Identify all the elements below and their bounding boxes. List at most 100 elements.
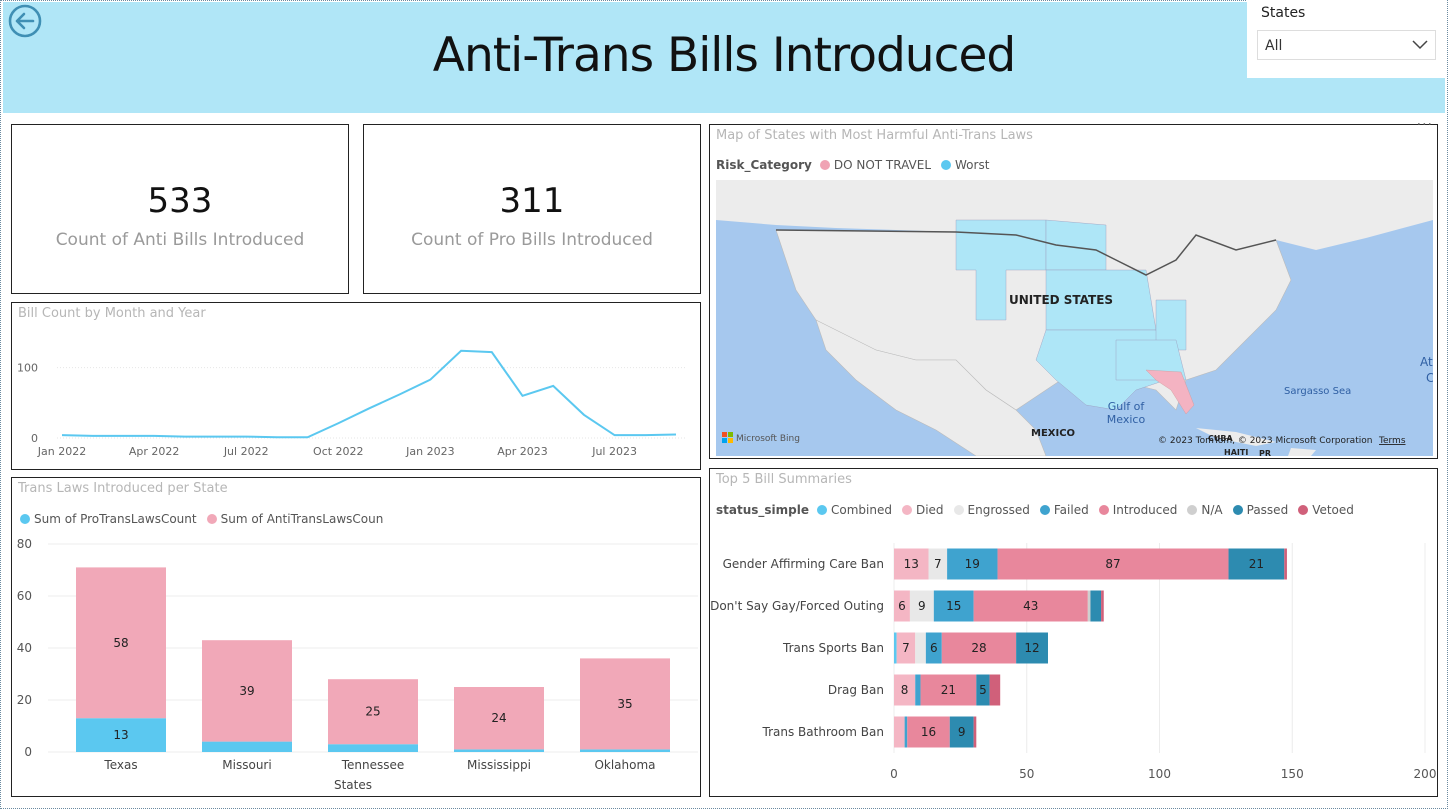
map-terms-link[interactable]: Terms [1378, 436, 1406, 446]
hbar-data-label: 16 [921, 725, 936, 739]
hbar-segment[interactable] [894, 716, 905, 748]
map-label-country: UNITED STATES [1009, 293, 1113, 307]
chevron-down-icon [1412, 40, 1428, 50]
kpi-anti-label: Count of Anti Bills Introduced [55, 230, 305, 250]
map-label-at: At [1420, 355, 1433, 369]
kpi-anti-value: 533 [147, 181, 213, 221]
line-x-tick: Jul 2023 [591, 445, 637, 458]
hbar-data-label: 8 [901, 683, 909, 697]
states-slicer: States All [1247, 0, 1446, 78]
bar-data-label: 58 [113, 636, 128, 650]
hbar-y-tick: Drag Ban [828, 683, 884, 697]
bar-x-tick: Tennessee [341, 758, 405, 772]
hbar-data-label: 28 [971, 641, 986, 655]
bar-data-label: 39 [239, 684, 254, 698]
line-chart-card[interactable]: Bill Count by Month and Year 0 100 Jan 202… [11, 302, 701, 470]
slicer-selected-value: All [1265, 38, 1283, 54]
hbar-segment[interactable] [1284, 548, 1287, 580]
kpi-card-pro[interactable]: 311 Count of Pro Bills Introduced [363, 124, 701, 294]
hbar-data-label: 7 [902, 641, 910, 655]
map-legend-label-worst: Worst [955, 158, 990, 172]
bar-x-axis-title: States [334, 778, 372, 792]
bar-y-tick: 80 [17, 537, 32, 551]
map-visual[interactable]: UNITED STATES Gulf of Mexico MEXICO Sarg… [716, 180, 1433, 456]
map-legend-label-donot: DO NOT TRAVEL [833, 158, 932, 172]
hbar-segment[interactable] [1101, 590, 1104, 622]
hbar-y-tick: Gender Affirming Care Ban [723, 557, 884, 571]
state-bar-chart-card[interactable]: Trans Laws Introduced per State Sum of P… [11, 477, 701, 797]
bar-x-tick: Texas [103, 758, 137, 772]
line-x-tick: Jan 2022 [37, 445, 86, 458]
line-series[interactable] [61, 349, 677, 439]
hbar-x-tick: 150 [1281, 767, 1304, 781]
summary-bar-chart: 0 50 100 150 200 Gender Affirming Care Ban 13 7… [710, 543, 1437, 781]
bar-segment[interactable] [328, 744, 418, 752]
hbar-data-label: 9 [918, 599, 926, 613]
bar-y-tick: 60 [17, 589, 32, 603]
states-dropdown[interactable]: All [1257, 30, 1436, 60]
hbar-data-label: 21 [1249, 557, 1264, 571]
hbar-data-label: 15 [946, 599, 961, 613]
hbar-x-tick: 50 [1019, 767, 1034, 781]
hbar-data-label: 21 [941, 683, 956, 697]
legend-dot-worst [941, 160, 952, 170]
bar-y-tick: 0 [24, 745, 32, 759]
bar-segment[interactable] [202, 741, 292, 752]
bar-y-tick: 40 [17, 641, 32, 655]
hbar-data-label: 43 [1023, 599, 1038, 613]
line-y-tick: 0 [31, 432, 38, 445]
line-y-tick: 100 [17, 362, 38, 375]
line-x-tick: Oct 2022 [313, 445, 364, 458]
hbar-segment[interactable] [894, 632, 897, 664]
hbar-x-tick: 200 [1414, 767, 1437, 781]
hbar-segment[interactable] [915, 674, 921, 706]
bar-segment[interactable] [580, 749, 670, 752]
bar-data-label: 35 [617, 697, 632, 711]
bar-x-tick: Missouri [222, 758, 271, 772]
hbar-data-label: 9 [958, 725, 966, 739]
hbar-segment[interactable] [989, 674, 1001, 706]
map-label-pr: PR [1259, 449, 1271, 456]
kpi-card-anti[interactable]: 533 Count of Anti Bills Introduced [11, 124, 349, 294]
hbar-data-label: 13 [904, 557, 919, 571]
hbar-segment[interactable] [904, 716, 908, 748]
line-x-tick: Apr 2022 [129, 445, 180, 458]
bar-segment[interactable] [454, 749, 544, 752]
bar-x-tick: Oklahoma [594, 758, 655, 772]
more-options-icon[interactable]: ··· [1417, 117, 1433, 133]
bar-x-tick: Mississippi [467, 758, 531, 772]
map-legend-item-worst[interactable]: Worst [941, 158, 989, 172]
hbar-x-tick: 100 [1148, 767, 1171, 781]
line-x-tick: Jul 2022 [223, 445, 269, 458]
bar-y-tick: 20 [17, 693, 32, 707]
kpi-pro-value: 311 [499, 181, 565, 221]
map-label-haiti: HAITI [1224, 448, 1248, 456]
kpi-pro-label: Count of Pro Bills Introduced [411, 230, 653, 250]
hbar-segment[interactable] [1087, 590, 1091, 622]
map-card[interactable]: ··· Map of States with Most Harmful Anti… [709, 117, 1438, 459]
hbar-data-label: 6 [930, 641, 938, 655]
map-label-gulf2: Mexico [1107, 413, 1146, 426]
bar-data-label: 24 [491, 711, 506, 725]
state-bar-chart: 0 20 40 60 80 13 58 Texas 39 Missouri 25 Tennessee 2… [17, 537, 698, 792]
line-x-tick: Apr 2023 [497, 445, 548, 458]
hbar-segment[interactable] [1090, 590, 1102, 622]
map-bing-label: Microsoft Bing [736, 434, 800, 444]
hbar-segment[interactable] [915, 632, 926, 664]
hbar-data-label: 6 [898, 599, 906, 613]
hbar-data-label: 7 [934, 557, 942, 571]
map-label-mexico: MEXICO [1031, 428, 1075, 439]
hbar-y-tick: Trans Bathroom Ban [762, 725, 884, 739]
hbar-x-tick: 0 [890, 767, 898, 781]
hbar-segment[interactable] [973, 716, 977, 748]
hbar-y-tick: Don't Say Gay/Forced Outing [710, 599, 884, 613]
map-copyright: © 2023 TomTom, © 2023 Microsoft Corporat… [1158, 436, 1372, 446]
slicer-label: States [1261, 5, 1306, 21]
hbar-y-tick: Trans Sports Ban [782, 641, 884, 655]
map-title: Map of States with Most Harmful Anti-Tra… [716, 128, 1033, 143]
hbar-data-label: 5 [979, 683, 987, 697]
map-label-c: C [1426, 371, 1433, 385]
bar-data-label: 13 [113, 728, 128, 742]
bill-summary-chart-card[interactable]: Top 5 Bill Summaries status_simple Combi… [709, 468, 1438, 797]
map-legend-item-donot[interactable]: DO NOT TRAVEL [819, 158, 932, 172]
